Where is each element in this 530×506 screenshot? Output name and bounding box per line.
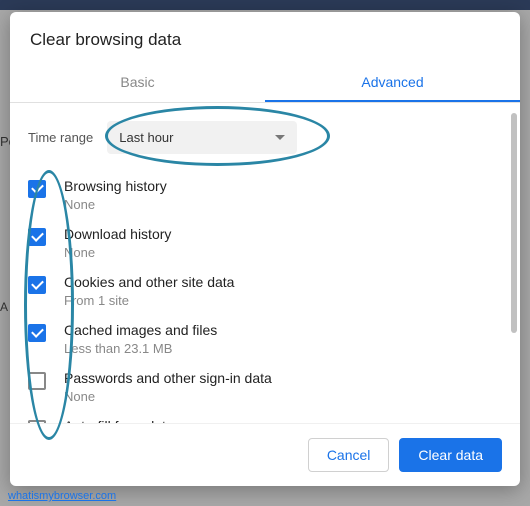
dialog-body: Time range Last hour Browsing history No… (10, 103, 520, 423)
list-item: Auto-fill form data (28, 418, 502, 423)
item-subtitle: None (64, 245, 171, 260)
tabs: Basic Advanced (10, 64, 520, 103)
list-item: Cached images and files Less than 23.1 M… (28, 322, 502, 356)
list-item: Browsing history None (28, 178, 502, 212)
item-subtitle: From 1 site (64, 293, 234, 308)
chevron-down-icon (275, 135, 285, 140)
tab-advanced[interactable]: Advanced (265, 64, 520, 102)
time-range-dropdown[interactable]: Last hour (107, 121, 297, 154)
checkbox-download-history[interactable] (28, 228, 46, 246)
item-subtitle: None (64, 197, 167, 212)
list-item: Download history None (28, 226, 502, 260)
bg-text: A (0, 300, 8, 314)
item-title: Passwords and other sign-in data (64, 370, 272, 386)
active-tab-indicator (265, 100, 520, 102)
checkbox-passwords[interactable] (28, 372, 46, 390)
item-subtitle: Less than 23.1 MB (64, 341, 217, 356)
time-range-label: Time range (28, 130, 93, 145)
cancel-button[interactable]: Cancel (308, 438, 390, 472)
source-link[interactable]: whatismybrowser.com (8, 490, 116, 502)
scrollbar-thumb[interactable] (511, 113, 517, 333)
item-title: Auto-fill form data (64, 418, 174, 423)
item-title: Browsing history (64, 178, 167, 194)
list-item: Passwords and other sign-in data None (28, 370, 502, 404)
checkbox-cached-files[interactable] (28, 324, 46, 342)
list-item: Cookies and other site data From 1 site (28, 274, 502, 308)
time-range-value: Last hour (119, 130, 173, 145)
dialog-title: Clear browsing data (10, 12, 520, 64)
item-title: Cached images and files (64, 322, 217, 338)
clear-browsing-data-dialog: Clear browsing data Basic Advanced Time … (10, 12, 520, 486)
item-subtitle: None (64, 389, 272, 404)
clear-data-button[interactable]: Clear data (399, 438, 502, 472)
checkbox-browsing-history[interactable] (28, 180, 46, 198)
dialog-footer: Cancel Clear data (10, 423, 520, 486)
options-list: Browsing history None Download history N… (28, 178, 502, 423)
item-title: Cookies and other site data (64, 274, 234, 290)
checkbox-cookies[interactable] (28, 276, 46, 294)
tab-basic[interactable]: Basic (10, 64, 265, 102)
item-title: Download history (64, 226, 171, 242)
checkbox-autofill[interactable] (28, 420, 46, 423)
browser-chrome-strip (0, 0, 530, 10)
